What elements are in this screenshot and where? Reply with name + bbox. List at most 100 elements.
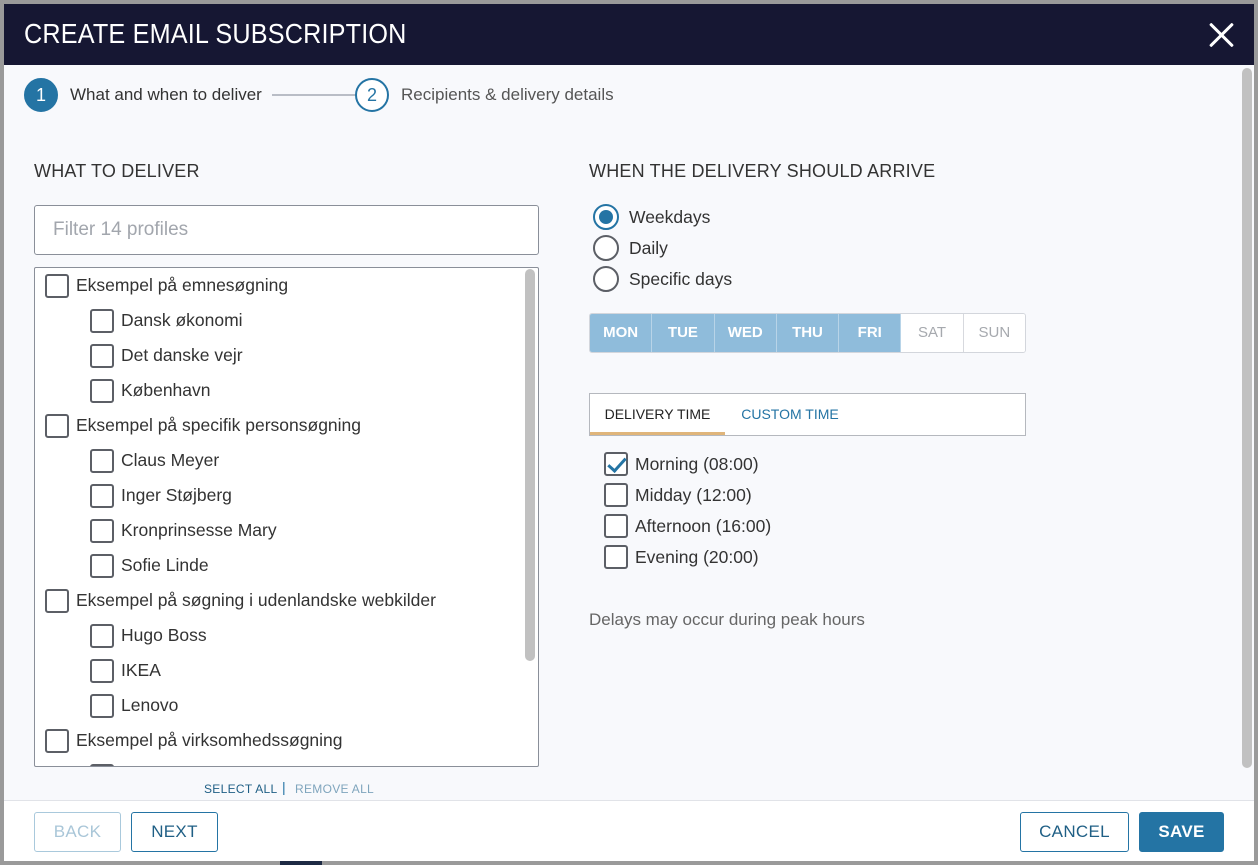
profile-group-label: Eksempel på specifik personsøgning [76, 415, 362, 435]
profile-item-checkbox[interactable] [90, 343, 114, 368]
profile-item-label: Kronprinsesse Mary [121, 520, 277, 540]
step-2-label[interactable]: Recipients & delivery details [401, 85, 614, 105]
step-2-indicator[interactable]: 2 [355, 78, 389, 112]
profile-item-checkbox[interactable] [90, 623, 114, 648]
profile-item-row[interactable]: Hugo Boss [90, 618, 207, 653]
frequency-option-weekdays[interactable]: Weekdays [593, 203, 710, 231]
day-toggle-mon[interactable]: MON [590, 314, 653, 352]
time-option-afternoon[interactable]: Afternoon (16:00) [604, 512, 771, 540]
frequency-label: Specific days [629, 268, 733, 289]
profile-item-label: Dansk økonomi [121, 310, 243, 330]
profile-group-checkbox[interactable] [45, 273, 69, 298]
time-label: Afternoon (16:00) [635, 515, 772, 536]
profile-list-scrollbar[interactable] [525, 269, 535, 661]
what-to-deliver-heading: WHAT TO DELIVER [34, 161, 200, 181]
profile-item-label: Lenovo [121, 695, 179, 715]
step-1-indicator[interactable]: 1 [24, 78, 58, 112]
profile-item-label: Det danske vejr [121, 345, 243, 365]
time-label: Evening (20:00) [635, 546, 759, 567]
delay-note: Delays may occur during peak hours [589, 610, 865, 629]
profile-item-checkbox[interactable] [90, 518, 114, 543]
profile-item-checkbox[interactable] [90, 483, 114, 508]
profile-item-checkbox[interactable] [90, 763, 114, 766]
radio-button[interactable] [593, 204, 619, 230]
time-checkbox[interactable] [604, 452, 628, 476]
dialog-scrollbar[interactable] [1242, 68, 1252, 768]
dialog-title: CREATE EMAIL SUBSCRIPTION [24, 18, 407, 49]
profile-group-row[interactable]: Eksempel på specifik personsøgning [45, 408, 361, 443]
profile-item-row[interactable] [90, 758, 121, 766]
stepper-connector [272, 94, 356, 96]
profile-group-row[interactable]: Eksempel på søgning i udenlandske webkil… [45, 583, 436, 618]
profile-item-checkbox[interactable] [90, 553, 114, 578]
time-option-evening[interactable]: Evening (20:00) [604, 543, 759, 571]
profile-group-row[interactable]: Eksempel på virksomhedssøgning [45, 723, 343, 758]
profile-item-row[interactable]: Inger Støjberg [90, 478, 232, 513]
profile-item-row[interactable]: IKEA [90, 653, 161, 688]
profile-group-row[interactable]: Eksempel på emnesøgning [45, 268, 288, 303]
profile-item-label: Inger Støjberg [121, 485, 232, 505]
time-checkbox[interactable] [604, 483, 628, 507]
profile-item-checkbox[interactable] [90, 658, 114, 683]
profile-group-checkbox[interactable] [45, 413, 69, 438]
day-selector: MON TUE WED THU FRI SAT SUN [589, 313, 1026, 353]
time-checkbox[interactable] [604, 545, 628, 569]
frequency-label: Weekdays [629, 206, 711, 227]
frequency-option-daily[interactable]: Daily [593, 234, 668, 262]
profile-item-checkbox[interactable] [90, 693, 114, 718]
day-toggle-wed[interactable]: WED [714, 314, 777, 352]
day-toggle-tue[interactable]: TUE [652, 314, 715, 352]
profile-item-row[interactable]: Dansk økonomi [90, 303, 243, 338]
remove-all-link[interactable]: REMOVE ALL [295, 782, 374, 796]
frequency-option-specific-days[interactable]: Specific days [593, 265, 732, 293]
next-button[interactable]: NEXT [131, 812, 218, 852]
day-toggle-sat[interactable]: SAT [901, 314, 964, 352]
time-option-midday[interactable]: Midday (12:00) [604, 481, 752, 509]
select-all-link[interactable]: SELECT ALL [204, 782, 278, 796]
link-separator: | [282, 779, 286, 795]
profile-item-row[interactable]: Lenovo [90, 688, 178, 723]
time-checkbox[interactable] [604, 514, 628, 538]
create-subscription-dialog: CREATE EMAIL SUBSCRIPTION 1 What and whe… [4, 4, 1254, 861]
radio-button[interactable] [593, 266, 619, 292]
profile-item-row[interactable]: Sofie Linde [90, 548, 209, 583]
profile-item-row[interactable]: Kronprinsesse Mary [90, 513, 277, 548]
profile-item-label: Claus Meyer [121, 450, 220, 470]
day-toggle-thu[interactable]: THU [776, 314, 840, 352]
profile-group-label: Eksempel på emnesøgning [76, 275, 289, 295]
profile-group-checkbox[interactable] [45, 728, 69, 753]
profile-item-checkbox[interactable] [90, 378, 114, 403]
radio-button[interactable] [593, 235, 619, 261]
frequency-label: Daily [629, 237, 668, 258]
profile-group-label: Eksempel på søgning i udenlandske webkil… [76, 590, 436, 610]
profile-item-label: IKEA [121, 660, 161, 680]
profile-group-checkbox[interactable] [45, 588, 69, 613]
tab-delivery-time[interactable]: DELIVERY TIME [590, 394, 725, 435]
time-tabs: DELIVERY TIME CUSTOM TIME [589, 393, 1026, 436]
back-button[interactable]: BACK [34, 812, 121, 852]
time-label: Midday (12:00) [635, 484, 752, 505]
day-toggle-sun[interactable]: SUN [963, 314, 1025, 352]
tab-custom-time[interactable]: CUSTOM TIME [726, 394, 854, 435]
profile-item-checkbox[interactable] [90, 308, 114, 333]
profile-group-label: Eksempel på virksomhedssøgning [76, 730, 343, 750]
step-1-label[interactable]: What and when to deliver [70, 85, 262, 105]
day-toggle-fri[interactable]: FRI [839, 314, 902, 352]
close-icon[interactable] [1206, 19, 1238, 51]
time-label: Morning (08:00) [635, 453, 759, 474]
profile-item-label: København [121, 380, 211, 400]
cancel-button[interactable]: CANCEL [1020, 812, 1129, 852]
profile-filter-input[interactable] [34, 205, 539, 255]
dialog-footer: BACK NEXT CANCEL SAVE [4, 800, 1254, 861]
profile-item-row[interactable]: Det danske vejr [90, 338, 243, 373]
save-button[interactable]: SAVE [1139, 812, 1224, 852]
profile-item-label: Hugo Boss [121, 625, 207, 645]
profile-item-row[interactable]: København [90, 373, 211, 408]
dialog-titlebar: CREATE EMAIL SUBSCRIPTION [4, 4, 1254, 65]
time-option-morning[interactable]: Morning (08:00) [604, 450, 759, 478]
profile-item-checkbox[interactable] [90, 448, 114, 473]
profile-list: Eksempel på emnesøgning Dansk økonomi De… [34, 267, 539, 767]
profile-item-label: Sofie Linde [121, 555, 209, 575]
when-delivery-heading: WHEN THE DELIVERY SHOULD ARRIVE [589, 161, 936, 181]
profile-item-row[interactable]: Claus Meyer [90, 443, 219, 478]
